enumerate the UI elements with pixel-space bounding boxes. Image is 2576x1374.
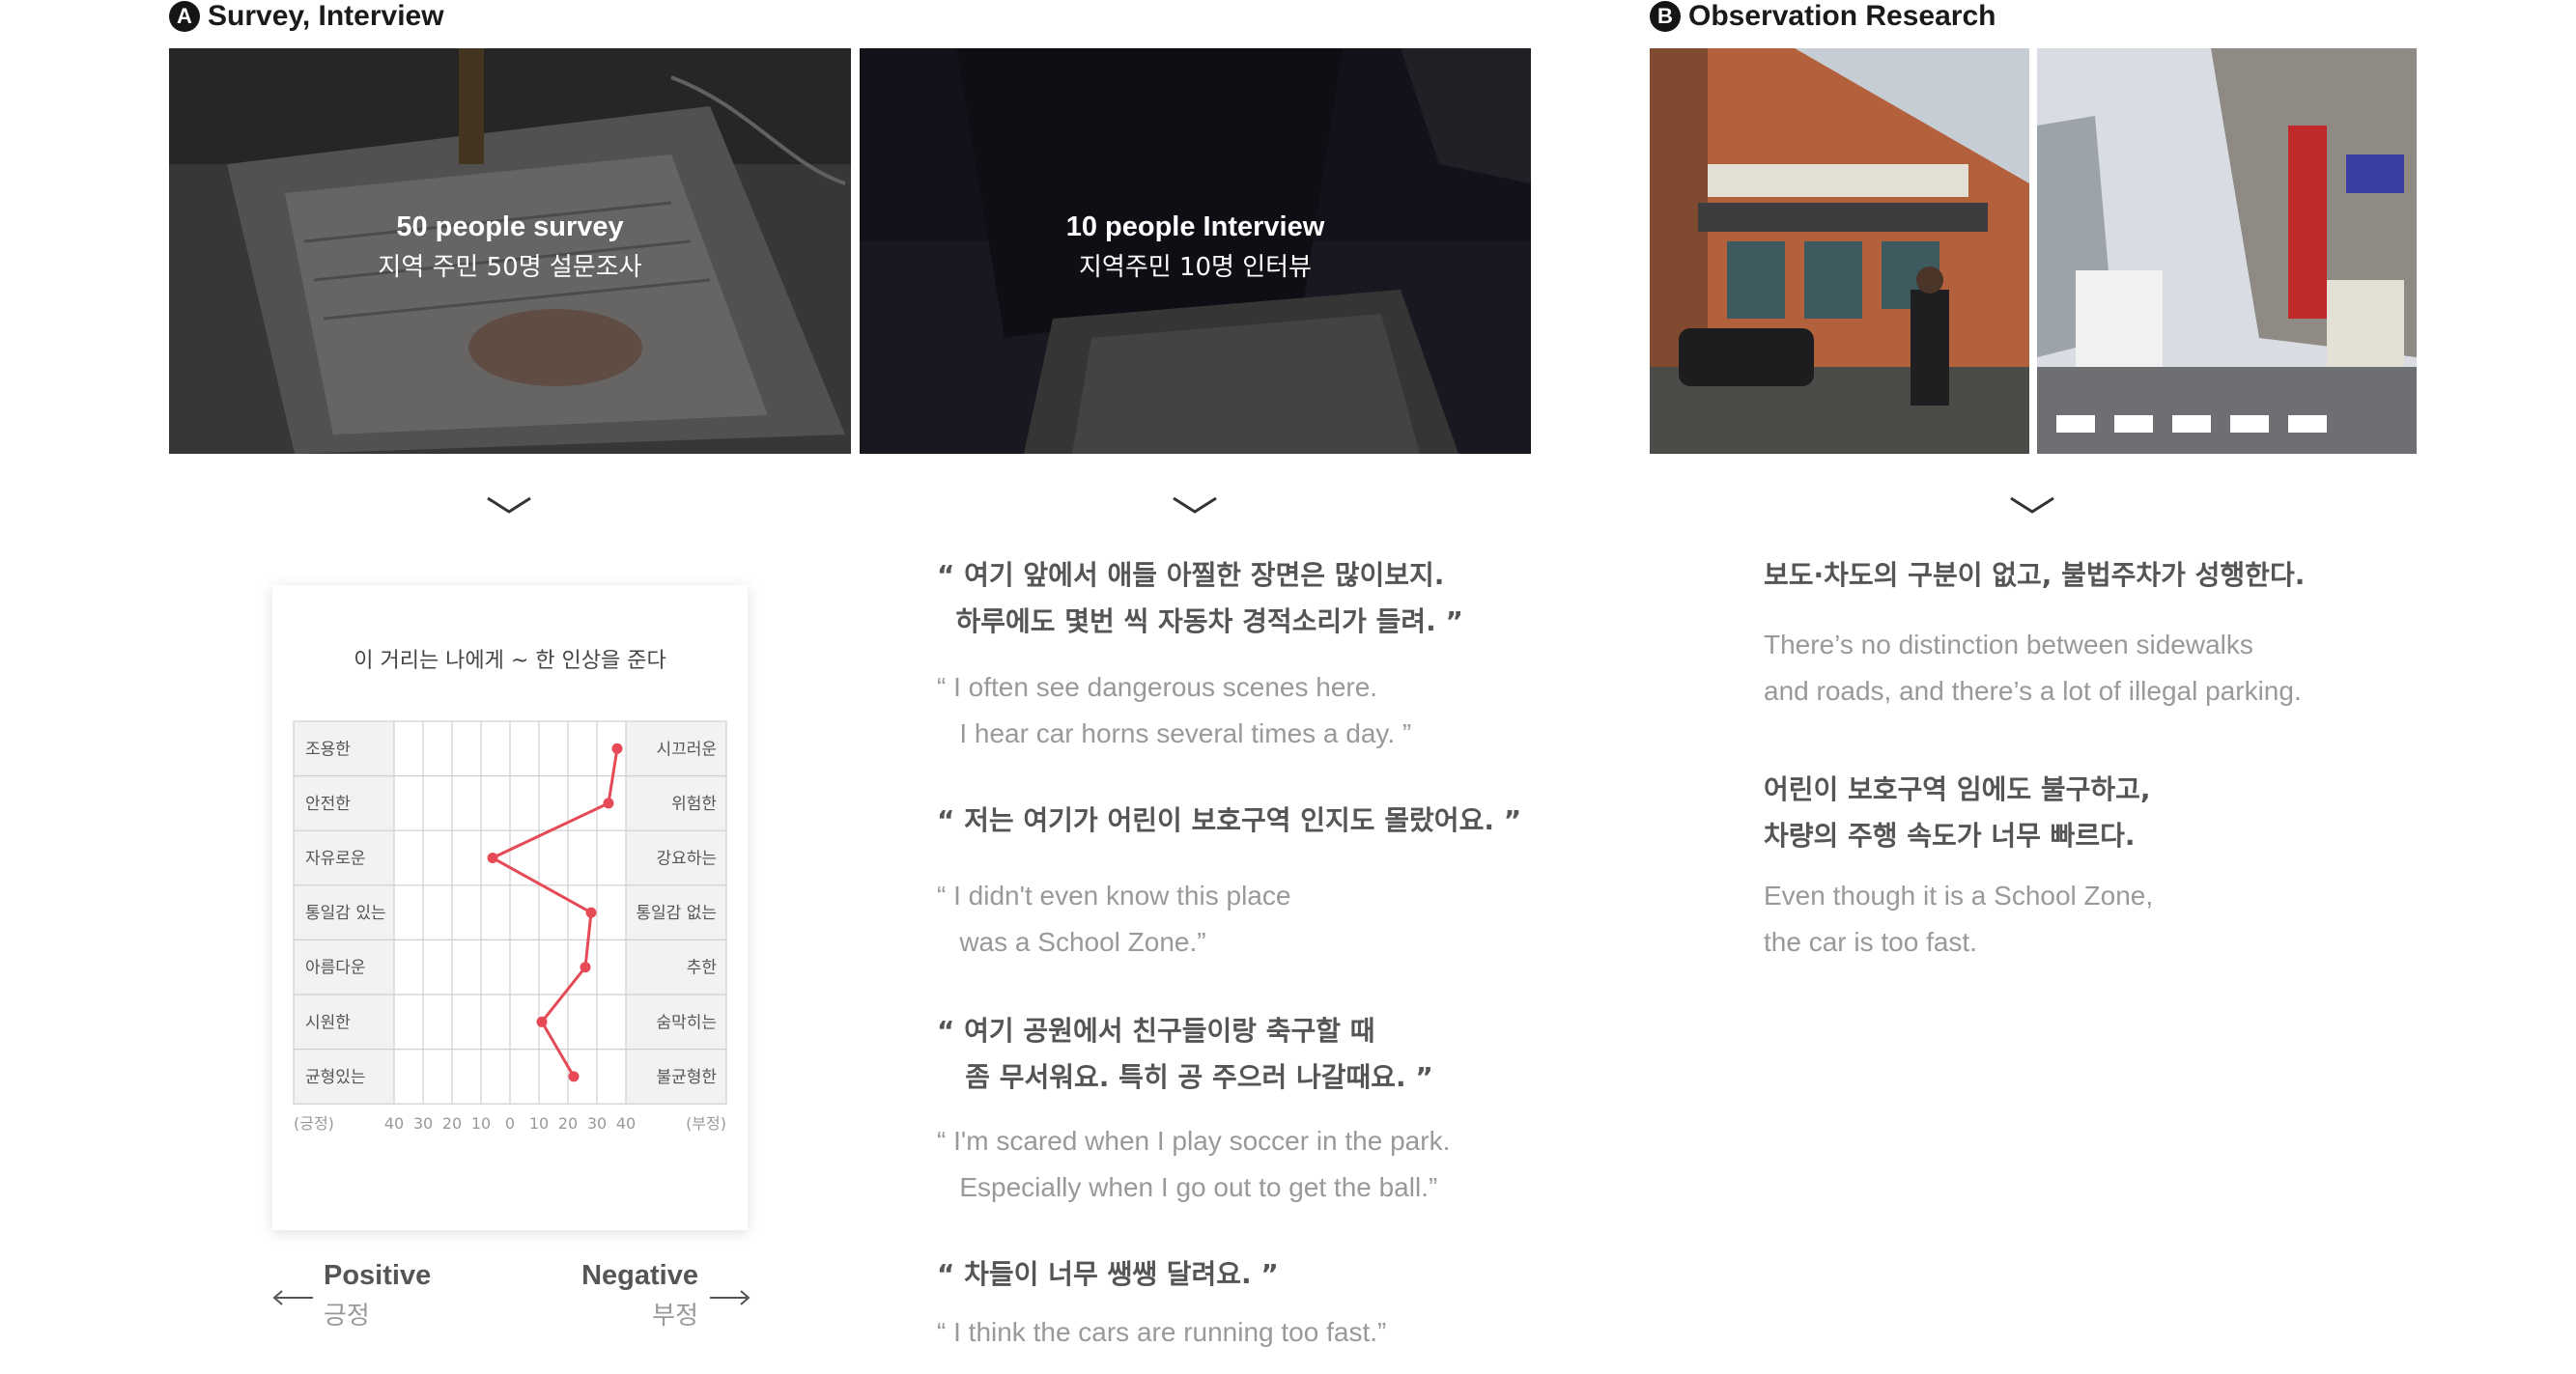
row-label-left: 안전한 [305, 795, 351, 814]
interview-photo: 10 people Interview 지역주민 10명 인터뷰 [860, 48, 1531, 454]
series-line [489, 748, 619, 1078]
x-tick-label: 10 [529, 1114, 549, 1133]
series-point [611, 743, 623, 754]
x-caption-left: (긍정) [294, 1114, 334, 1133]
x-tick-label: 30 [587, 1114, 607, 1133]
section-a-badge: A [169, 1, 200, 32]
survey-photo-caption: 50 people survey 지역 주민 50명 설문조사 [169, 206, 851, 287]
chevron-down-icon [487, 496, 531, 514]
observation-2-en: Even though it is a School Zone, the car… [1764, 881, 2154, 957]
interview-photo-subtitle: 지역주민 10명 인터뷰 [1079, 253, 1312, 282]
chevron-down-icon [2010, 496, 2054, 514]
semantic-differential-chart: 조용한안전한자유로운통일감 있는아름다운시원한균형있는 시끄러운위험한강요하는통일… [293, 720, 727, 1133]
street-photo-right-image [2037, 48, 2417, 454]
section-b-badge: B [1650, 1, 1681, 32]
row-label-right: 추한 [687, 959, 718, 978]
x-tick-label: 0 [505, 1114, 515, 1133]
quote-2-ko: “ 저는 여기가 어린이 보호구역 인지도 몰랐어요. ” [937, 804, 1522, 836]
series-point [580, 962, 591, 973]
positive-label: Positive 긍정 [324, 1260, 431, 1332]
street-photo-right [2037, 48, 2417, 454]
series-point [585, 907, 597, 918]
row-label-right: 불균형한 [656, 1068, 717, 1087]
quote-1-en: “ I often see dangerous scenes here. I h… [937, 672, 1412, 748]
section-b-title: Observation Research [1688, 0, 1996, 32]
row-label-right: 숨막히는 [656, 1013, 717, 1032]
observation-2-ko: 어린이 보호구역 임에도 불구하고, 차량의 주행 속도가 너무 빠르다. [1764, 773, 2151, 852]
survey-photo-title: 50 people survey [396, 211, 624, 242]
row-label-right: 통일감 없는 [636, 904, 717, 923]
interview-photo-caption: 10 people Interview 지역주민 10명 인터뷰 [860, 206, 1531, 287]
street-photo-left-image [1650, 48, 2029, 454]
quote-4-ko: “ 차들이 너무 쌩쌩 달려요. ” [937, 1258, 1279, 1290]
survey-photo-subtitle: 지역 주민 50명 설문조사 [378, 253, 642, 282]
interview-photo-title: 10 people Interview [1065, 211, 1325, 242]
row-label-right: 강요하는 [656, 850, 717, 869]
x-tick-label: 10 [471, 1114, 491, 1133]
x-tick-label: 20 [442, 1114, 462, 1133]
negative-label-en: Negative [581, 1260, 698, 1291]
x-tick-label: 40 [616, 1114, 636, 1133]
quote-2-en: “ I didn't even know this place was a Sc… [937, 881, 1291, 957]
row-label-left: 시원한 [305, 1013, 351, 1032]
positive-label-ko: 긍정 [324, 1302, 370, 1331]
negative-label-ko: 부정 [652, 1302, 698, 1331]
section-b-header: B Observation Research [1650, 0, 1996, 33]
quote-3-ko: “ 여기 공원에서 친구들이랑 축구할 때 좀 무서워요. 특히 공 주으러 나… [937, 1015, 1433, 1093]
x-tick-label: 40 [384, 1114, 404, 1133]
street-photo-left [1650, 48, 2029, 454]
arrow-left-icon [272, 1290, 313, 1305]
chevron-down-icon [1173, 496, 1217, 514]
x-caption-right: (부정) [686, 1114, 726, 1133]
row-label-left: 통일감 있는 [305, 904, 386, 923]
section-a-title: Survey, Interview [208, 0, 444, 32]
row-label-left: 아름다운 [305, 959, 366, 978]
row-label-left: 균형있는 [305, 1068, 366, 1087]
positive-label-en: Positive [324, 1260, 432, 1291]
negative-label: Negative 부정 [575, 1260, 698, 1332]
series-point [603, 798, 614, 809]
x-tick-label: 30 [413, 1114, 433, 1133]
row-label-right: 시끄러운 [656, 740, 717, 759]
series-point [487, 853, 498, 863]
series-point [536, 1016, 548, 1027]
row-label-right: 위험한 [671, 795, 717, 814]
series-point [568, 1071, 580, 1082]
row-label-left: 자유로운 [305, 850, 366, 869]
survey-photo: 50 people survey 지역 주민 50명 설문조사 [169, 48, 851, 454]
quote-1-ko: “ 여기 앞에서 애들 아찔한 장면은 많이보지. 하루에도 몇번 씩 자동차 … [937, 559, 1463, 637]
arrow-right-icon [710, 1290, 750, 1305]
x-tick-label: 20 [558, 1114, 578, 1133]
row-label-left: 조용한 [305, 740, 351, 759]
section-a-header: A Survey, Interview [169, 0, 444, 33]
quote-3-en: “ I'm scared when I play soccer in the p… [937, 1126, 1451, 1202]
observation-1-en: There’s no distinction between sidewalks… [1764, 630, 2302, 706]
semantic-differential-card: 이 거리는 나에게 ~ 한 인상을 준다 조용한 안전한 자유로운 통일감 있는 아름다… [272, 585, 748, 1230]
observation-1-ko: 보도·차도의 구분이 없고, 불법주차가 성행한다. [1764, 559, 2306, 591]
quote-4-en: “ I think the cars are running too fast.… [937, 1317, 1387, 1347]
